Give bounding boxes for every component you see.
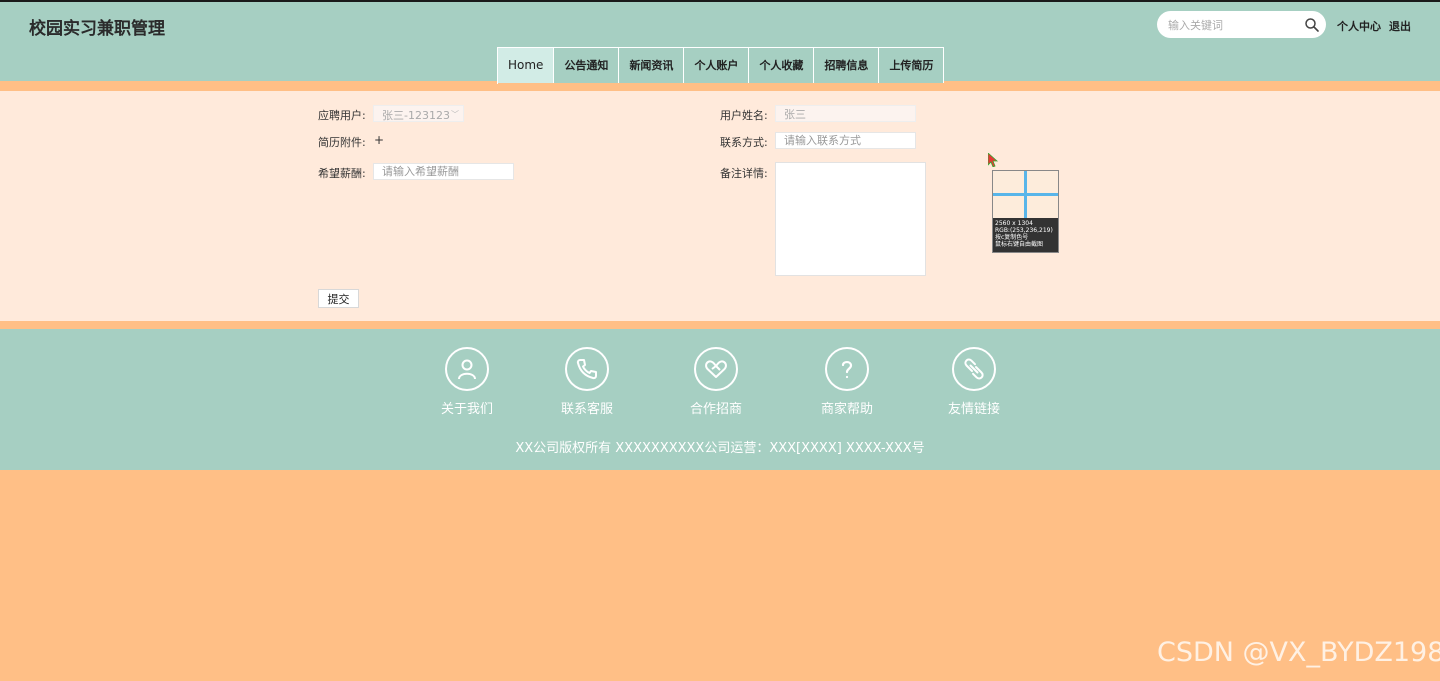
footer-merchant-help[interactable]: 商家帮助 [802,347,892,417]
logout-link[interactable]: 退出 [1389,18,1411,34]
color-picker-magnifier: 2560 x 1304 RGB:(253,236,219) 按c复制色号 鼠标右… [992,170,1059,253]
main-nav: Home 公告通知 新闻资讯 个人账户 个人收藏 招聘信息 上传简历 [497,47,945,84]
footer-links-label: 友情链接 [947,402,1000,417]
salary-label: 希望薪酬: [318,167,366,180]
footer-cooperation[interactable]: 合作招商 [671,347,761,417]
phone-icon [565,347,609,391]
remark-textarea[interactable] [775,162,926,276]
applicant-select-value: 张三-123123 [382,109,450,122]
footer-customer-service[interactable]: 联系客服 [542,347,632,417]
search-icon[interactable] [1304,17,1320,33]
picker-size: 2560 x 1304 [995,220,1033,227]
search-box[interactable] [1157,11,1326,38]
footer-about-label: 关于我们 [440,402,493,417]
nav-item-home[interactable]: Home [498,48,555,83]
site-title: 校园实习兼职管理 [29,19,165,39]
nav-item-announcements[interactable]: 公告通知 [554,48,620,83]
footer-friend-links[interactable]: 友情链接 [929,347,1019,417]
nav-item-account[interactable]: 个人账户 [684,48,750,83]
contact-field[interactable] [775,132,916,149]
submit-button[interactable]: 提交 [318,289,359,308]
salary-field[interactable] [373,163,514,180]
remark-label: 备注详情: [720,167,768,180]
link-icon [952,347,996,391]
username-label: 用户姓名: [720,109,768,122]
nav-item-jobs[interactable]: 招聘信息 [814,48,880,83]
picker-crosshair-v [1024,171,1027,218]
watermark: CSDN @VX_BYDZ1988 [1157,637,1440,668]
applicant-select[interactable]: 张三-123123 ﹀ [373,105,464,122]
footer-cooperation-label: 合作招商 [689,402,742,417]
picker-capture-hint: 鼠标右键自由截图 [995,241,1044,248]
search-input[interactable] [1166,15,1300,35]
chevron-down-icon: ﹀ [451,110,459,119]
nav-item-news[interactable]: 新闻资讯 [619,48,685,83]
footer-help-label: 商家帮助 [820,402,873,417]
copyright-text: XX公司版权所有 XXXXXXXXXX公司运营：XXX[XXXX] XXXX-X… [515,441,925,456]
user-icon [445,347,489,391]
footer-about-us[interactable]: 关于我们 [422,347,512,417]
application-form: 应聘用户: 张三-123123 ﹀ 用户姓名: 简历附件: + 联系方式: 希望… [0,91,1440,321]
footer-service-label: 联系客服 [560,402,613,417]
picker-info: 2560 x 1304 RGB:(253,236,219) 按c复制色号 鼠标右… [995,220,1053,248]
footer: 关于我们 联系客服 合作招商 商家帮助 友情链接 XX公司版权所有 XXXXXX… [0,329,1440,470]
picker-rgb: RGB:(253,236,219) [995,227,1053,234]
picker-copy-hint: 按c复制色号 [995,234,1029,241]
mouse-cursor-icon [988,153,999,167]
handshake-icon [694,347,738,391]
resume-label: 简历附件: [318,136,366,149]
nav-item-favorites[interactable]: 个人收藏 [749,48,815,83]
add-attachment-button[interactable]: + [374,133,384,147]
applicant-label: 应聘用户: [318,109,366,122]
question-icon [825,347,869,391]
top-header: 校园实习兼职管理 个人中心 退出 Home 公告通知 新闻资讯 个人账户 个人收… [0,0,1440,84]
nav-item-upload-resume[interactable]: 上传简历 [879,48,945,83]
username-field [775,105,916,122]
contact-label: 联系方式: [720,136,768,149]
personal-center-link[interactable]: 个人中心 [1337,18,1381,34]
